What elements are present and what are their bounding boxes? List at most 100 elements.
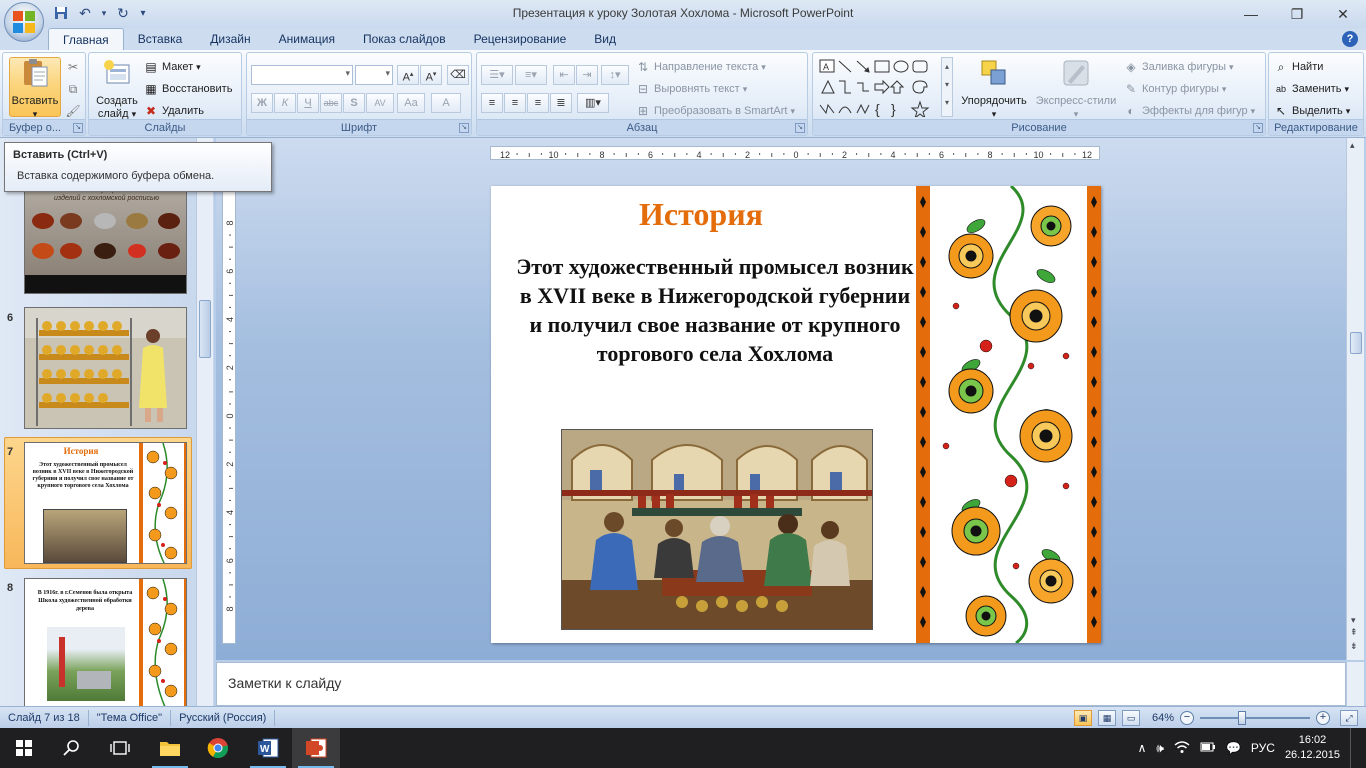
drawing-launcher-icon[interactable]: ↘ [1253,123,1263,133]
columns-button[interactable]: ▥▾ [577,93,609,113]
reset-button[interactable]: ▦ Восстановить [143,79,232,99]
format-painter-icon[interactable]: 🖌 [65,103,81,119]
new-slide-button[interactable]: Создать слайд ▾ [93,57,141,121]
bullets-button[interactable]: ☰▾ [481,65,513,85]
shapes-gallery[interactable]: A { } [817,57,949,117]
slide-thumbnail-6[interactable] [24,307,187,429]
font-color-button[interactable]: A [431,93,461,113]
shape-fill-button[interactable]: ◈ Заливка фигуры ▾ [1123,57,1233,77]
next-slide-icon[interactable]: ⇟ [1350,642,1358,651]
paragraph-launcher-icon[interactable]: ↘ [795,123,805,133]
status-theme[interactable]: "Тема Office" [89,709,172,726]
help-icon[interactable]: ? [1342,31,1358,47]
font-family-combo[interactable] [251,65,353,85]
search-button[interactable] [48,728,96,768]
taskbar-word[interactable]: W [244,728,292,768]
tab-design[interactable]: Дизайн [196,28,264,50]
zoom-slider[interactable] [1200,711,1310,725]
normal-view-icon[interactable]: ▣ [1073,710,1092,726]
main-vertical-scrollbar[interactable]: ▴ ▾ ⇞ ⇟ [1346,138,1364,660]
tab-slideshow[interactable]: Показ слайдов [349,28,460,50]
restore-icon[interactable]: ❐ [1274,0,1320,28]
slide-title[interactable]: История [491,196,911,233]
office-button[interactable] [4,2,44,42]
tab-home[interactable]: Главная [48,28,124,50]
cut-icon[interactable]: ✂ [65,59,81,75]
clear-format-button[interactable]: ⌫ [447,65,469,85]
slides-pane-scrollbar[interactable] [196,138,213,706]
select-button[interactable]: ↖ Выделить ▾ [1273,101,1350,121]
shrink-font-button[interactable]: A▾ [420,65,442,85]
taskbar-clock[interactable]: 16:02 26.12.2015 [1285,733,1340,763]
slide-body-text[interactable]: Этот художественный промысел возник в XV… [513,252,917,368]
copy-icon[interactable]: ⧉ [65,81,81,97]
line-spacing-button[interactable]: ↕▾ [601,65,629,85]
justify-button[interactable]: ≣ [550,93,572,113]
text-direction-button[interactable]: ⇅ Направление текста ▾ [635,57,766,77]
align-left-button[interactable]: ≡ [481,93,503,113]
zoom-level[interactable]: 64% [1152,712,1174,724]
scroll-up-icon[interactable]: ▴ [1350,140,1355,151]
current-slide[interactable]: История Этот художественный промысел воз… [491,186,1101,643]
font-size-combo[interactable] [355,65,393,85]
show-hidden-icons-icon[interactable]: ∧ [1138,741,1147,755]
italic-button[interactable]: К [274,93,296,113]
input-language[interactable]: РУС [1251,741,1275,755]
zoom-slider-knob[interactable] [1238,711,1246,725]
slide-thumbnail-8[interactable]: В 1916г. в г.Семенов была открыта Школа … [24,578,187,706]
quick-styles-button[interactable]: Экспресс-стили ▾ [1033,57,1119,121]
tab-review[interactable]: Рецензирование [460,28,581,50]
align-right-button[interactable]: ≡ [527,93,549,113]
slide-sorter-view-icon[interactable]: ▦ [1097,710,1116,726]
align-text-button[interactable]: ⊟ Выровнять текст ▾ [635,79,747,99]
previous-slide-icon[interactable]: ⇞ [1350,628,1358,637]
tab-animation[interactable]: Анимация [265,28,349,50]
slides-pane-scroll-thumb[interactable] [199,300,211,358]
volume-icon[interactable]: 🕪 [1156,741,1164,756]
spacing-button[interactable]: AV [366,93,394,113]
clipboard-launcher-icon[interactable]: ↘ [73,123,83,133]
notes-pane[interactable]: Заметки к слайду [216,662,1346,706]
delete-slide-button[interactable]: ✖ Удалить [143,101,204,121]
slideshow-view-icon[interactable]: ▭ [1121,710,1140,726]
arrange-button[interactable]: Упорядочить ▾ [957,57,1031,121]
notes-placeholder[interactable]: Заметки к слайду [228,675,341,691]
taskbar-chrome[interactable] [194,728,242,768]
tab-view[interactable]: Вид [580,28,630,50]
network-icon[interactable] [1174,740,1190,757]
replace-button[interactable]: ab Заменить ▾ [1273,79,1349,99]
shapes-gallery-scroll[interactable]: ▴ ▾ ▾ [941,57,953,117]
status-language[interactable]: Русский (Россия) [171,709,276,726]
notes-scrollbar[interactable] [1346,662,1364,706]
change-case-button[interactable]: Aa [397,93,425,113]
strikethrough-button[interactable]: abc [320,93,342,113]
fit-to-window-icon[interactable]: ⤢ [1340,710,1358,726]
close-icon[interactable]: ✕ [1320,0,1366,28]
paste-button[interactable]: Вставить ▾ [9,57,61,121]
task-view-button[interactable] [96,728,144,768]
grow-font-button[interactable]: A▴ [397,65,419,85]
numbering-button[interactable]: ≡▾ [515,65,547,85]
tab-insert[interactable]: Вставка [124,28,197,50]
underline-button[interactable]: Ч [297,93,319,113]
show-desktop-button[interactable] [1350,728,1354,768]
shape-outline-button[interactable]: ✎ Контур фигуры ▾ [1123,79,1226,99]
taskbar-powerpoint[interactable] [292,728,340,768]
minimize-icon[interactable]: — [1228,0,1274,28]
smartart-button[interactable]: ⊞ Преобразовать в SmartArt ▾ [635,101,795,121]
shadow-button[interactable]: S [343,93,365,113]
slide-thumbnail-7[interactable]: История Этот художественный промысел воз… [24,442,187,564]
bold-button[interactable]: Ж [251,93,273,113]
main-scroll-thumb[interactable] [1350,332,1362,354]
zoom-in-icon[interactable]: + [1316,711,1330,725]
shape-effects-button[interactable]: ◐ Эффекты для фигур ▾ [1123,101,1255,121]
taskbar-file-explorer[interactable] [146,728,194,768]
font-launcher-icon[interactable]: ↘ [459,123,469,133]
battery-icon[interactable] [1200,741,1216,755]
scroll-down-icon[interactable]: ▾ [1351,616,1356,625]
increase-indent-button[interactable]: ⇥ [576,65,598,85]
layout-button[interactable]: ▤ Макет ▾ [143,57,200,77]
decrease-indent-button[interactable]: ⇤ [553,65,575,85]
zoom-out-icon[interactable]: − [1180,711,1194,725]
align-center-button[interactable]: ≡ [504,93,526,113]
